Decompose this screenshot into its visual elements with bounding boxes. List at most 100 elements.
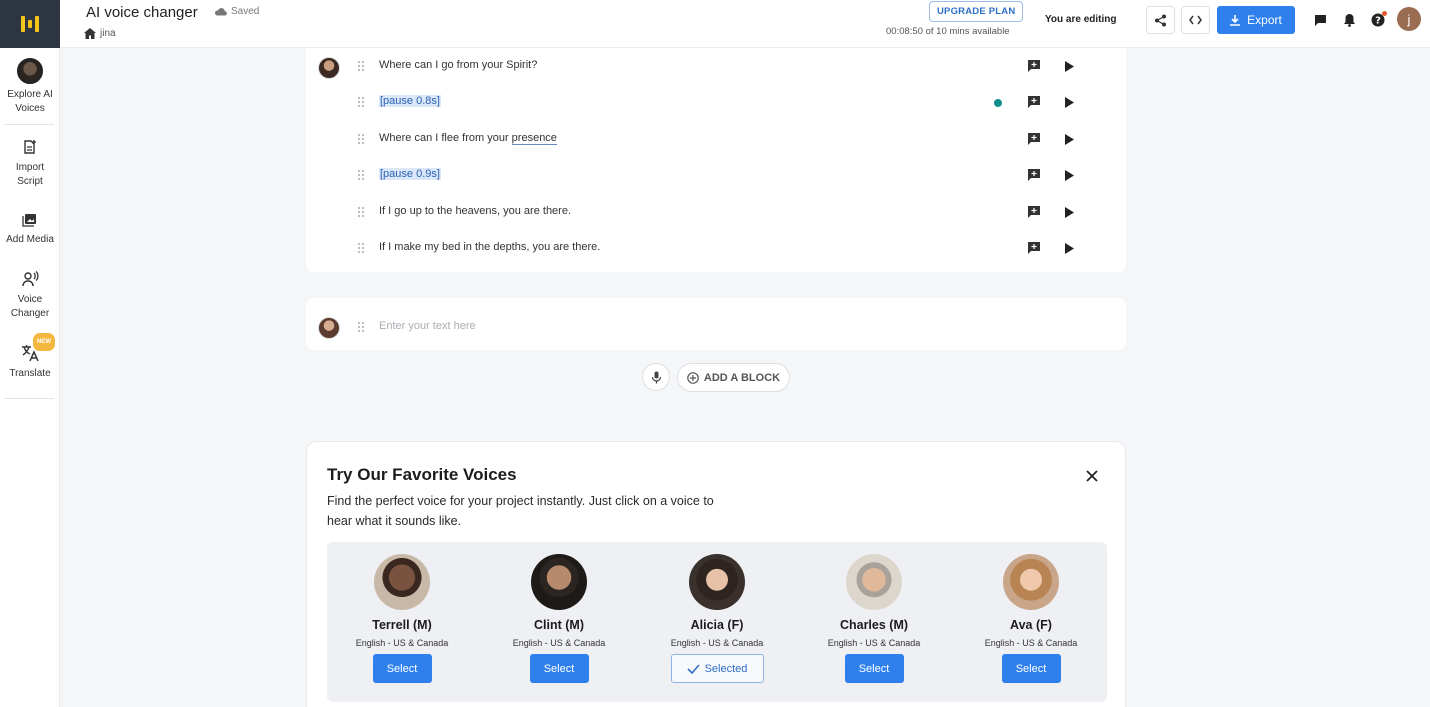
notification-dot <box>1382 11 1387 16</box>
play-icon[interactable] <box>1064 95 1074 113</box>
play-icon[interactable] <box>1064 132 1074 150</box>
script-line-text[interactable]: Where can I flee from your presence <box>379 132 557 145</box>
script-line[interactable]: If I go up to the heavens, you are there… <box>306 194 1126 230</box>
text-input-placeholder[interactable]: Enter your text here <box>379 320 476 332</box>
voice-name: Clint (M) <box>534 618 584 632</box>
sidebar-item-translate[interactable]: NEW Translate <box>0 333 60 381</box>
user-avatar[interactable]: j <box>1397 7 1421 31</box>
voice-language: English - US & Canada <box>512 638 606 648</box>
play-icon[interactable] <box>1064 205 1074 223</box>
selected-voice-button[interactable]: Selected <box>670 654 764 683</box>
export-button[interactable]: Export <box>1217 6 1295 34</box>
sidebar-item-label: Translate <box>9 368 51 379</box>
select-voice-button[interactable]: Select <box>529 654 589 683</box>
voice-language: English - US & Canada <box>827 638 921 648</box>
drag-handle-icon[interactable] <box>357 168 365 186</box>
sidebar-item-voice-changer[interactable]: Voice Changer <box>0 268 60 321</box>
voice-avatar[interactable] <box>846 554 902 610</box>
add-comment-icon[interactable] <box>1028 241 1040 259</box>
record-voice-button[interactable] <box>642 363 670 391</box>
pronunciation-word[interactable]: presence <box>511 132 557 145</box>
comments-icon[interactable] <box>1312 12 1328 28</box>
sidebar-item-import-script[interactable]: Import Script <box>0 136 60 189</box>
voice-avatar[interactable] <box>531 554 587 610</box>
sidebar-divider <box>4 398 54 399</box>
script-line[interactable]: Where can I flee from your presence <box>306 121 1126 157</box>
breadcrumb[interactable]: jina <box>84 28 116 39</box>
pause-tag[interactable]: [pause 0.8s] <box>379 95 441 107</box>
voice-language: English - US & Canada <box>355 638 449 648</box>
project-title[interactable]: AI voice changer <box>86 4 198 21</box>
new-badge: NEW <box>33 333 55 351</box>
select-voice-button[interactable]: Select <box>372 654 432 683</box>
drag-handle-icon[interactable] <box>357 59 365 77</box>
script-line-text[interactable]: If I go up to the heavens, you are there… <box>379 205 571 217</box>
plus-circle-icon <box>687 371 699 384</box>
selected-label: Selected <box>704 662 748 675</box>
voice-name: Terrell (M) <box>372 618 432 632</box>
microphone-icon <box>651 371 661 383</box>
voice-card-alicia[interactable]: Alicia (F) English - US & Canada Selecte… <box>647 554 787 683</box>
voice-avatar-icon <box>17 58 43 84</box>
code-icon <box>1189 15 1202 25</box>
drag-handle-icon[interactable] <box>357 241 365 259</box>
voice-card-terrell[interactable]: Terrell (M) English - US & Canada Select <box>332 554 472 683</box>
voice-language: English - US & Canada <box>670 638 764 648</box>
voice-card-ava[interactable]: Ava (F) English - US & Canada Select <box>961 554 1101 683</box>
voice-card-clint[interactable]: Clint (M) English - US & Canada Select <box>489 554 629 683</box>
voice-card-charles[interactable]: Charles (M) English - US & Canada Select <box>804 554 944 683</box>
sidebar-item-explore-ai-voices[interactable]: Explore AI Voices <box>0 57 60 116</box>
media-icon <box>19 208 41 230</box>
script-line[interactable]: Where can I go from your Spirit? <box>306 48 1126 84</box>
add-comment-icon[interactable] <box>1028 205 1040 223</box>
close-icon[interactable] <box>1083 467 1101 485</box>
add-block-button[interactable]: ADD A BLOCK <box>677 363 790 392</box>
drag-handle-icon[interactable] <box>357 132 365 150</box>
embed-code-button[interactable] <box>1181 6 1210 34</box>
voice-avatar[interactable] <box>689 554 745 610</box>
drag-handle-icon[interactable] <box>357 320 365 338</box>
sidebar-divider <box>4 124 54 125</box>
speaker-avatar[interactable] <box>318 317 340 339</box>
download-icon <box>1230 14 1241 26</box>
add-comment-icon[interactable] <box>1028 59 1040 77</box>
import-script-icon <box>19 136 41 158</box>
select-voice-button[interactable]: Select <box>844 654 904 683</box>
home-icon <box>84 28 96 39</box>
sidebar-item-add-media[interactable]: Add Media <box>0 208 60 247</box>
share-button[interactable] <box>1146 6 1175 34</box>
play-icon[interactable] <box>1064 168 1074 186</box>
script-line-text[interactable]: Where can I go from your Spirit? <box>379 59 537 71</box>
script-line[interactable]: [pause 0.9s] <box>306 157 1126 193</box>
select-voice-button[interactable]: Select <box>1001 654 1061 683</box>
favorite-voices-panel: Try Our Favorite Voices Find the perfect… <box>306 441 1126 707</box>
voice-language: English - US & Canada <box>984 638 1078 648</box>
svg-text:?: ? <box>1375 16 1381 27</box>
voice-avatar[interactable] <box>374 554 430 610</box>
pause-tag[interactable]: [pause 0.9s] <box>379 168 441 180</box>
checkmark-icon <box>687 663 700 674</box>
notifications-bell-icon[interactable] <box>1341 12 1357 28</box>
add-block-label: ADD A BLOCK <box>703 371 781 384</box>
save-status: Saved <box>214 6 259 17</box>
sidebar-item-label: Add Media <box>6 234 54 245</box>
play-icon[interactable] <box>1064 59 1074 77</box>
voice-avatar[interactable] <box>1003 554 1059 610</box>
script-line-text[interactable]: If I make my bed in the depths, you are … <box>379 241 600 253</box>
drag-handle-icon[interactable] <box>357 205 365 223</box>
voices-grid: Terrell (M) English - US & Canada Select… <box>327 542 1107 702</box>
editing-mode-label[interactable]: You are editing <box>1045 14 1117 25</box>
left-sidebar: Explore AI Voices Import Script Add Medi… <box>0 0 60 707</box>
drag-handle-icon[interactable] <box>357 95 365 113</box>
add-comment-icon[interactable] <box>1028 168 1040 186</box>
upgrade-plan-button[interactable]: UPGRADE PLAN <box>929 1 1024 22</box>
voice-name: Ava (F) <box>1010 618 1052 632</box>
add-comment-icon[interactable] <box>1028 95 1040 113</box>
app-logo[interactable] <box>0 0 60 48</box>
script-line[interactable]: If I make my bed in the depths, you are … <box>306 230 1126 266</box>
script-line[interactable]: [pause 0.8s] <box>306 84 1126 120</box>
add-comment-icon[interactable] <box>1028 132 1040 150</box>
play-icon[interactable] <box>1064 241 1074 259</box>
new-text-block[interactable]: Enter your text here <box>306 298 1126 350</box>
share-icon <box>1155 14 1166 26</box>
